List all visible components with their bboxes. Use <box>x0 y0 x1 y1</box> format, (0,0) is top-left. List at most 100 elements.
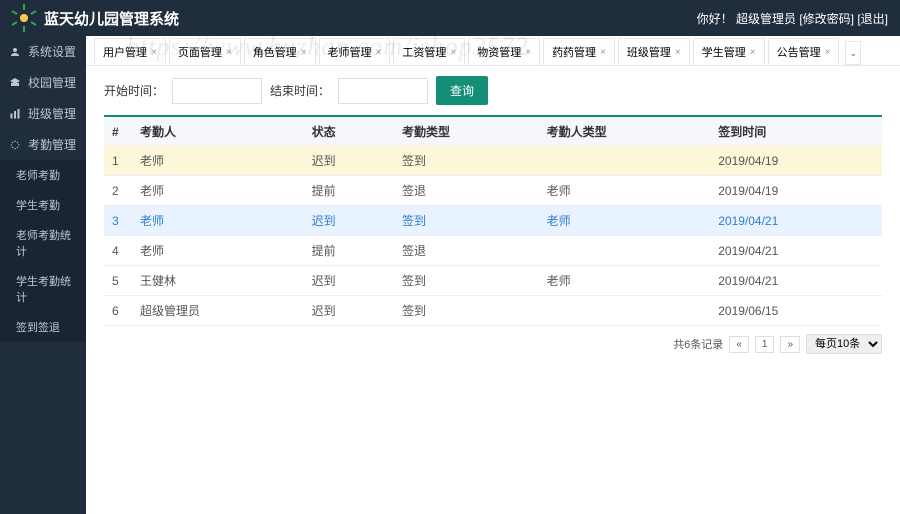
sidebar-sub-item-3[interactable]: 学生考勤统计 <box>0 266 86 312</box>
tab-label: 药药管理 <box>552 44 596 60</box>
tab-0[interactable]: 用户管理× <box>94 38 166 65</box>
cell-ptype <box>539 236 711 266</box>
cell-n: 1 <box>104 146 132 176</box>
page-number[interactable]: 1 <box>755 336 775 353</box>
table-row[interactable]: 6超级管理员迟到签到2019/06/15 <box>104 296 882 326</box>
tab-2[interactable]: 角色管理× <box>244 38 316 65</box>
close-icon[interactable]: × <box>226 47 232 58</box>
end-time-input[interactable] <box>338 78 428 104</box>
next-page-button[interactable]: » <box>780 336 800 353</box>
attendance-table: #考勤人状态考勤类型考勤人类型签到时间 1老师迟到签到2019/04/192老师… <box>104 115 882 326</box>
tab-8[interactable]: 学生管理 × <box>693 38 765 65</box>
main-content: https://www.huzhan.com/ishop3572 用户管理×页面… <box>86 36 900 514</box>
cell-n: 4 <box>104 236 132 266</box>
close-icon[interactable]: × <box>301 47 307 58</box>
tab-6[interactable]: 药药管理 × <box>543 38 615 65</box>
col-header-4: 考勤人类型 <box>539 116 711 146</box>
table-row[interactable]: 2老师提前签退老师2019/04/19 <box>104 176 882 206</box>
close-icon[interactable]: × <box>750 47 756 58</box>
close-icon[interactable]: × <box>825 47 831 58</box>
cell-time: 2019/04/19 <box>710 176 882 206</box>
cell-time: 2019/04/19 <box>710 146 882 176</box>
cell-status: 提前 <box>304 236 394 266</box>
logo-icon <box>12 6 36 30</box>
tab-label: 物资管理 <box>477 44 521 60</box>
cell-type: 签退 <box>394 236 539 266</box>
cell-status: 迟到 <box>304 296 394 326</box>
close-icon[interactable]: × <box>151 47 157 58</box>
tab-label: 班级管理 <box>627 44 671 60</box>
filter-bar: 开始时间： 结束时间： 查询 <box>86 66 900 115</box>
sidebar-item-0[interactable]: 系统设置 <box>0 36 86 67</box>
sidebar-sub-item-2[interactable]: 老师考勤统计 <box>0 220 86 266</box>
sidebar-item-3[interactable]: 考勤管理 <box>0 129 86 160</box>
cell-n: 3 <box>104 206 132 236</box>
cell-status: 提前 <box>304 176 394 206</box>
app-title: 蓝天幼儿园管理系统 <box>44 8 179 29</box>
user-icon <box>8 45 22 59</box>
cell-ptype <box>539 296 711 326</box>
tab-bar: https://www.huzhan.com/ishop3572 用户管理×页面… <box>86 36 900 66</box>
close-icon[interactable]: × <box>675 47 681 58</box>
cell-n: 6 <box>104 296 132 326</box>
tab-dropdown-button[interactable]: ⌄ <box>845 41 861 65</box>
close-icon[interactable]: × <box>376 47 382 58</box>
table-row[interactable]: 3老师迟到签到老师2019/04/21 <box>104 206 882 236</box>
tab-7[interactable]: 班级管理 × <box>618 38 690 65</box>
sidebar: 系统设置校园管理班级管理考勤管理 老师考勤学生考勤老师考勤统计学生考勤统计签到签… <box>0 36 86 514</box>
cell-status: 迟到 <box>304 206 394 236</box>
close-icon[interactable]: × <box>450 47 456 58</box>
logout-link[interactable]: [退出] <box>857 12 888 26</box>
cell-status: 迟到 <box>304 146 394 176</box>
sidebar-item-label: 班级管理 <box>28 105 76 122</box>
attend-icon <box>8 138 22 152</box>
query-button[interactable]: 查询 <box>436 76 488 105</box>
tab-label: 学生管理 <box>702 44 746 60</box>
cell-time: 2019/04/21 <box>710 206 882 236</box>
close-icon[interactable]: × <box>525 47 531 58</box>
sidebar-item-1[interactable]: 校园管理 <box>0 67 86 98</box>
cell-time: 2019/06/15 <box>710 296 882 326</box>
col-header-3: 考勤类型 <box>394 116 539 146</box>
close-icon[interactable]: × <box>600 47 606 58</box>
sidebar-sub-item-0[interactable]: 老师考勤 <box>0 160 86 190</box>
cell-person: 老师 <box>132 176 304 206</box>
cell-type: 签到 <box>394 266 539 296</box>
tab-3[interactable]: 老师管理× <box>319 38 391 65</box>
col-header-2: 状态 <box>304 116 394 146</box>
sidebar-item-label: 系统设置 <box>28 43 76 60</box>
table-container: #考勤人状态考勤类型考勤人类型签到时间 1老师迟到签到2019/04/192老师… <box>86 115 900 326</box>
tab-4[interactable]: 工资管理× <box>393 38 465 65</box>
greeting-text: 你好！ <box>697 12 733 26</box>
cell-n: 5 <box>104 266 132 296</box>
end-time-label: 结束时间： <box>270 82 330 99</box>
tab-5[interactable]: 物资管理 × <box>468 38 540 65</box>
change-password-link[interactable]: [修改密码] <box>799 12 854 26</box>
top-bar: 蓝天幼儿园管理系统 你好！ 超级管理员 [修改密码] [退出] <box>0 0 900 36</box>
cell-ptype: 老师 <box>539 176 711 206</box>
cell-type: 签到 <box>394 206 539 236</box>
col-header-5: 签到时间 <box>710 116 882 146</box>
col-header-1: 考勤人 <box>132 116 304 146</box>
page-size-select[interactable]: 每页10条 <box>806 334 882 354</box>
tab-label: 公告管理 <box>777 44 821 60</box>
col-header-0: # <box>104 116 132 146</box>
sidebar-item-2[interactable]: 班级管理 <box>0 98 86 129</box>
prev-page-button[interactable]: « <box>729 336 749 353</box>
cell-ptype: 老师 <box>539 206 711 236</box>
cell-person: 老师 <box>132 206 304 236</box>
cell-person: 老师 <box>132 146 304 176</box>
cell-type: 签到 <box>394 146 539 176</box>
cell-person: 超级管理员 <box>132 296 304 326</box>
table-row[interactable]: 1老师迟到签到 2019/04/19 <box>104 146 882 176</box>
cell-ptype: 老师 <box>539 266 711 296</box>
table-row[interactable]: 4老师提前签退2019/04/21 <box>104 236 882 266</box>
sidebar-sub-item-1[interactable]: 学生考勤 <box>0 190 86 220</box>
start-time-input[interactable] <box>172 78 262 104</box>
cell-ptype <box>539 146 711 176</box>
table-row[interactable]: 5王健林迟到签到老师2019/04/21 <box>104 266 882 296</box>
sidebar-sub-item-4[interactable]: 签到签退 <box>0 312 86 342</box>
total-records-text: 共6条记录 <box>673 336 723 352</box>
tab-1[interactable]: 页面管理× <box>169 38 241 65</box>
tab-9[interactable]: 公告管理 × <box>768 38 840 65</box>
